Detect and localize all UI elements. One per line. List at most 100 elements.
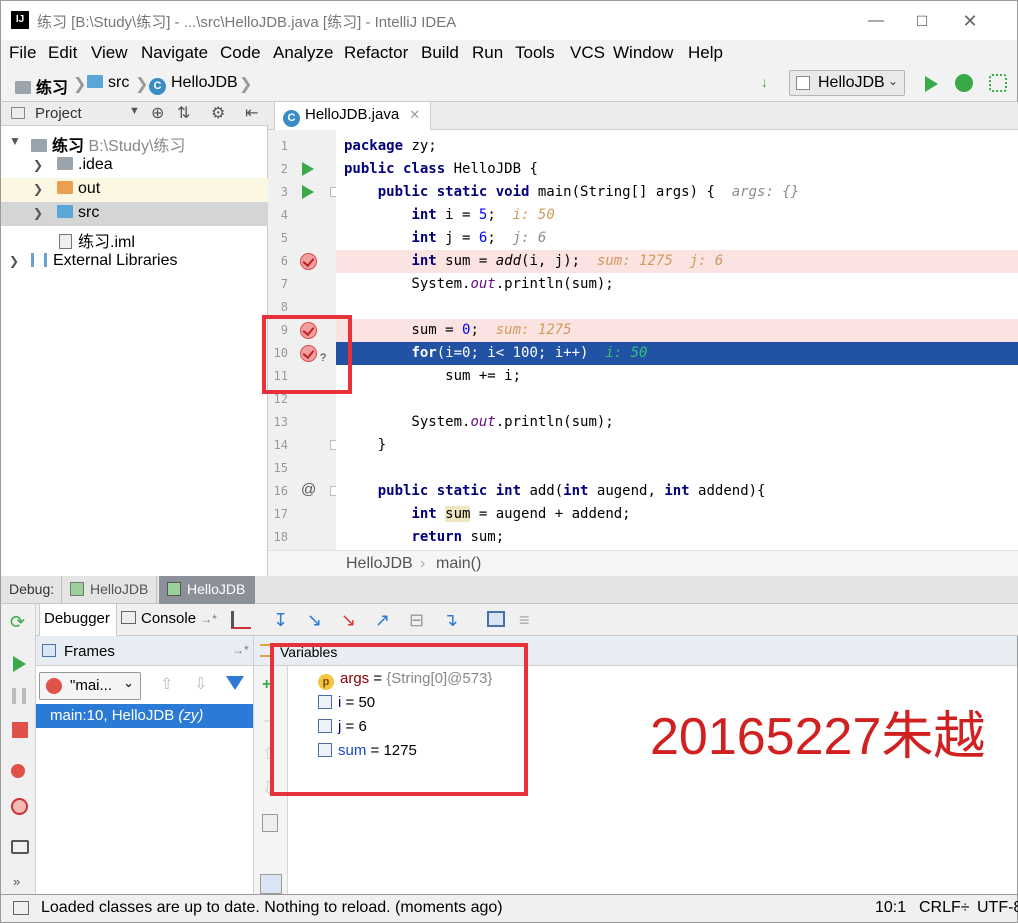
filter-icon[interactable] [226, 676, 244, 690]
chevron-down-icon[interactable]: ▼ [129, 105, 140, 117]
code-line[interactable] [336, 388, 1018, 411]
chevron-right-icon[interactable]: ❯ [33, 182, 43, 196]
chevron-right-icon[interactable]: ❯ [33, 206, 43, 220]
resume-icon[interactable] [13, 656, 26, 672]
menu-analyze[interactable]: Analyze [273, 43, 333, 63]
close-tab-icon[interactable]: ✕ [409, 107, 420, 122]
tree-item-src[interactable]: ❯ src [1, 202, 268, 226]
overrides-icon[interactable]: @ [301, 481, 316, 498]
evaluate-expression-icon[interactable] [487, 611, 505, 627]
close-icon[interactable]: ✕ [947, 7, 993, 35]
camera-icon[interactable] [11, 840, 29, 854]
run-icon[interactable] [925, 76, 938, 92]
code-line[interactable]: int sum = add(i, j); sum: 1275 j: 6 [336, 250, 1018, 273]
code-line[interactable]: } [336, 434, 1018, 457]
run-gutter-icon[interactable] [302, 185, 314, 199]
menu-vcs[interactable]: VCS [570, 43, 605, 63]
trace-icon[interactable]: ≡ [519, 610, 530, 631]
pause-icon[interactable] [12, 688, 26, 704]
caret-position[interactable]: 10:1 [875, 899, 906, 917]
code-line[interactable]: package zy; [336, 135, 1018, 158]
project-panel-title[interactable]: Project [35, 105, 82, 122]
menu-file[interactable]: File [9, 43, 36, 63]
chevron-right-icon[interactable]: ❯ [33, 158, 43, 172]
toggle-toolwindows-icon[interactable] [13, 901, 29, 915]
chevron-right-icon[interactable]: ❯ [9, 254, 19, 268]
code-area[interactable]: package zy; public class HelloJDB { publi… [336, 130, 1018, 550]
frame-down-icon[interactable]: ⇩ [194, 674, 207, 694]
code-line[interactable]: public static int add(int augend, int ad… [336, 480, 1018, 503]
stop-icon[interactable] [12, 722, 28, 738]
editor-breadcrumb-method[interactable]: main() [436, 555, 481, 573]
step-over-icon[interactable]: ↧ [273, 610, 288, 631]
code-line[interactable]: sum = 0; sum: 1275 [336, 319, 1018, 342]
breadcrumb-class[interactable]: C HelloJDB [149, 74, 238, 95]
code-line[interactable]: public static void main(String[] args) {… [336, 181, 1018, 204]
show-execution-point-icon[interactable] [231, 611, 251, 629]
code-line[interactable]: int j = 6; j: 6 [336, 227, 1018, 250]
chevron-down-icon[interactable]: ▼ [9, 134, 21, 148]
execution-line[interactable]: for(i=0; i< 100; i++) i: 50 [336, 342, 1018, 365]
collapse-all-icon[interactable]: ⇅ [177, 103, 190, 123]
breadcrumb-project[interactable]: 练习 [15, 74, 68, 98]
tree-item-project-root[interactable]: ▼ 练习 B:\Study\练习 [1, 130, 268, 155]
frame-up-icon[interactable]: ⇧ [160, 674, 173, 694]
tab-console[interactable]: Console →* [121, 610, 217, 627]
menu-run[interactable]: Run [472, 43, 503, 63]
view-breakpoints-icon[interactable] [11, 764, 25, 778]
code-line[interactable]: int sum = augend + addend; [336, 503, 1018, 526]
mute-breakpoints-icon[interactable] [11, 798, 28, 815]
editor-breadcrumb-class[interactable]: HelloJDB [346, 555, 413, 573]
code-line[interactable] [336, 457, 1018, 480]
show-watches-icon[interactable] [260, 874, 282, 894]
debug-session-tab-1[interactable]: HelloJDB [61, 576, 157, 604]
minimize-icon[interactable]: — [853, 7, 899, 35]
pin-icon[interactable]: →* [200, 612, 217, 626]
tree-item-out[interactable]: ❯ out [1, 178, 268, 202]
menu-tools[interactable]: Tools [515, 43, 555, 63]
pin-icon[interactable]: →* [232, 643, 249, 657]
step-into-icon[interactable]: ↘ [307, 610, 322, 631]
rerun-icon[interactable]: ⟳ [10, 612, 25, 633]
menu-view[interactable]: View [91, 43, 128, 63]
menu-window[interactable]: Window [613, 43, 673, 63]
run-to-cursor-icon[interactable]: ↴ [443, 610, 458, 631]
debug-session-tab-2[interactable]: HelloJDB [159, 576, 255, 604]
tab-debugger[interactable]: Debugger [39, 604, 117, 636]
locate-icon[interactable]: ⊕ [151, 103, 164, 123]
code-line[interactable]: System.out.println(sum); [336, 411, 1018, 434]
run-gutter-icon[interactable] [302, 162, 314, 176]
tree-item-external-libraries[interactable]: ❯ External Libraries [1, 250, 268, 274]
code-line[interactable] [336, 296, 1018, 319]
tab-hellojdb-java[interactable]: C HelloJDB.java ✕ [274, 102, 432, 130]
menu-code[interactable]: Code [220, 43, 261, 63]
step-out-icon[interactable]: ↗ [375, 610, 390, 631]
more-icon[interactable]: » [13, 874, 20, 889]
run-configuration-select[interactable]: HelloJDB ⌄ [789, 70, 905, 96]
thread-select[interactable]: "mai... ⌄ [39, 672, 141, 700]
maximize-icon[interactable]: ☐ [899, 7, 945, 35]
code-line[interactable]: int i = 5; i: 50 [336, 204, 1018, 227]
frame-row[interactable]: main:10, HelloJDB (zy) [36, 704, 253, 728]
force-step-into-icon[interactable]: ↘ [341, 610, 356, 631]
tree-item-iml[interactable]: 练习.iml [1, 226, 268, 251]
tree-item-idea[interactable]: ❯ .idea [1, 154, 268, 178]
menu-help[interactable]: Help [688, 43, 723, 63]
code-line[interactable]: return sum; [336, 526, 1018, 549]
code-line[interactable]: System.out.println(sum); [336, 273, 1018, 296]
menu-edit[interactable]: Edit [48, 43, 77, 63]
hide-panel-icon[interactable]: ⇤ [245, 103, 258, 123]
coverage-icon[interactable] [989, 74, 1007, 92]
menu-navigate[interactable]: Navigate [141, 43, 208, 63]
build-icon[interactable]: ↓ [761, 74, 768, 90]
copy-icon[interactable] [262, 814, 278, 832]
debug-icon[interactable] [955, 74, 973, 92]
file-encoding[interactable]: UTF-8 [977, 899, 1018, 917]
breadcrumb-src[interactable]: src [87, 74, 129, 92]
menu-build[interactable]: Build [421, 43, 459, 63]
menu-refactor[interactable]: Refactor [344, 43, 408, 63]
code-line[interactable]: public class HelloJDB { [336, 158, 1018, 181]
gear-icon[interactable]: ⚙ [211, 103, 225, 123]
drop-frame-icon[interactable]: ⊟ [409, 610, 424, 631]
line-separator[interactable]: CRLF÷ [919, 899, 970, 917]
